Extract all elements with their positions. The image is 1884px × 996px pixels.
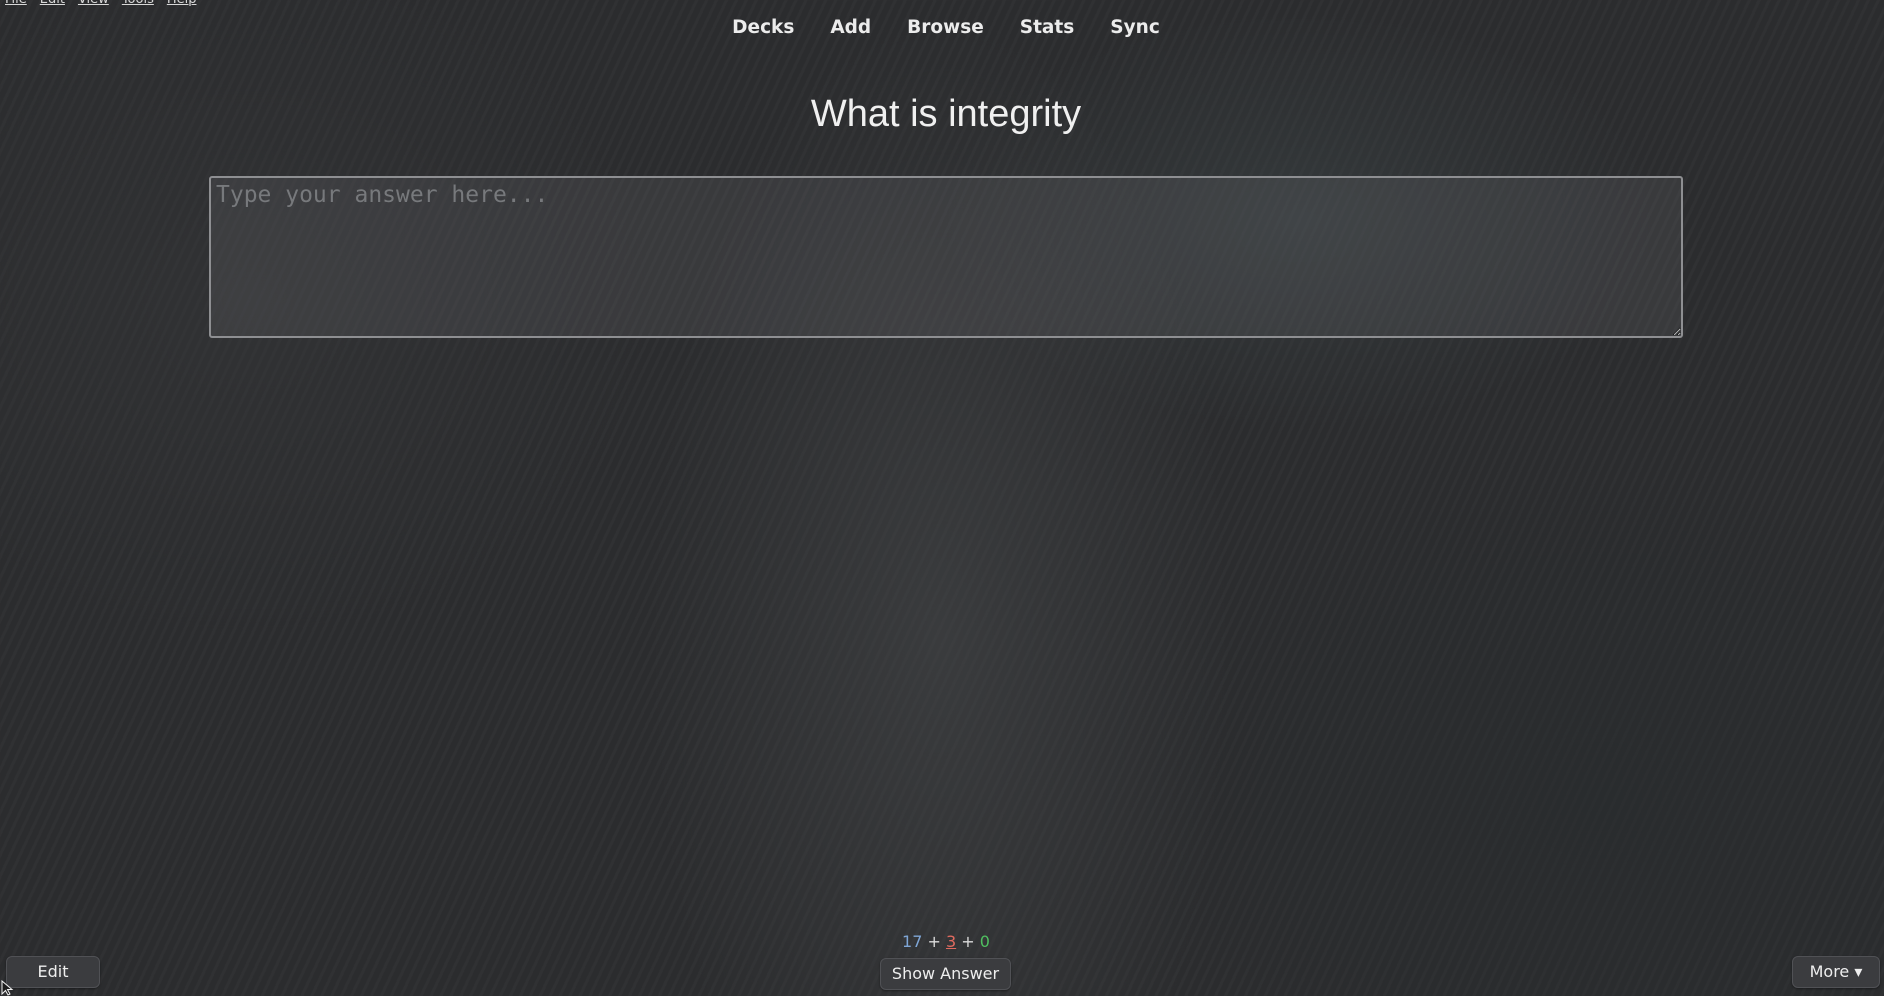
top-nav: Decks Add Browse Stats Sync bbox=[0, 14, 1884, 42]
card-question: What is integrity bbox=[810, 93, 1082, 135]
nav-add[interactable]: Add bbox=[830, 14, 871, 42]
menu-file[interactable]: File bbox=[0, 0, 35, 8]
menu-help[interactable]: Help bbox=[162, 0, 205, 8]
menubar: File Edit View Tools Help bbox=[0, 0, 204, 8]
menu-edit[interactable]: Edit bbox=[35, 0, 73, 8]
nav-decks[interactable]: Decks bbox=[732, 14, 794, 42]
menu-view[interactable]: View bbox=[73, 0, 117, 8]
nav-browse[interactable]: Browse bbox=[907, 14, 984, 42]
menu-tools[interactable]: Tools bbox=[117, 0, 162, 8]
count-separator: + bbox=[927, 932, 941, 951]
review-count: 0 bbox=[979, 932, 990, 951]
new-count: 17 bbox=[902, 932, 923, 951]
nav-sync[interactable]: Sync bbox=[1110, 14, 1160, 42]
answer-input[interactable] bbox=[209, 176, 1683, 338]
mouse-cursor-icon bbox=[1, 980, 14, 996]
show-answer-button[interactable]: Show Answer bbox=[880, 958, 1011, 990]
due-counts: 17 + 3 + 0 bbox=[0, 931, 1884, 953]
nav-stats[interactable]: Stats bbox=[1020, 14, 1075, 42]
learning-count: 3 bbox=[945, 932, 957, 951]
more-button[interactable]: More ▾ bbox=[1792, 956, 1880, 988]
count-separator: + bbox=[961, 932, 975, 951]
edit-button[interactable]: Edit bbox=[6, 956, 100, 988]
